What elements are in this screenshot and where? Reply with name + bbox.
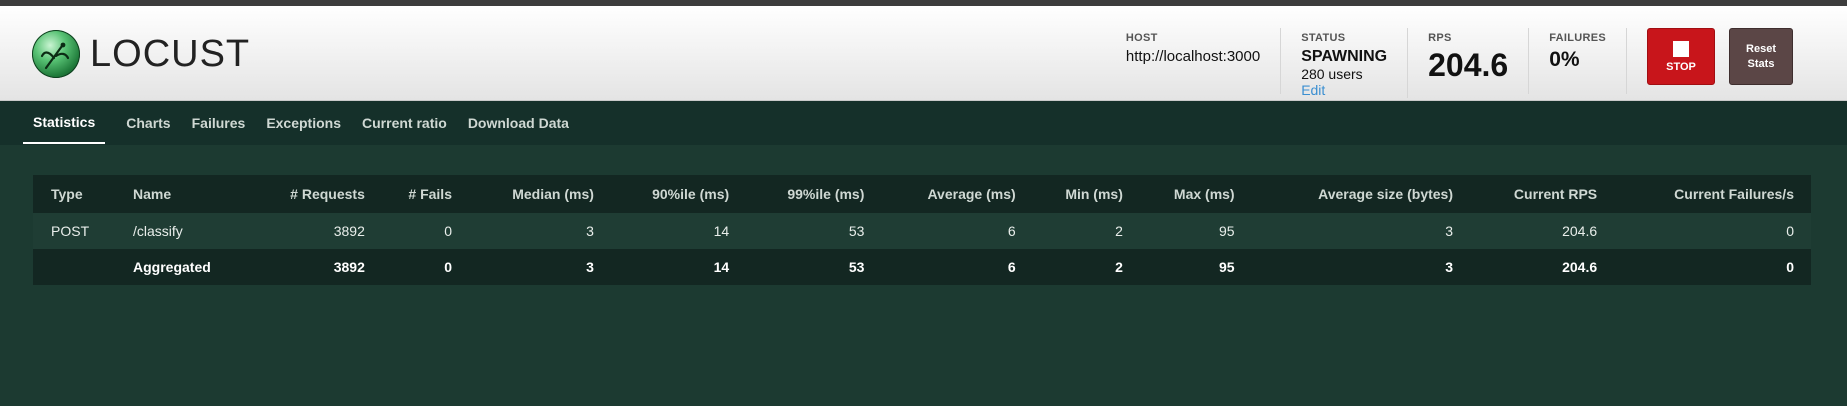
tab-failures[interactable]: Failures — [192, 115, 246, 143]
agg-name: Aggregated — [133, 259, 211, 275]
edit-users-link[interactable]: Edit — [1301, 82, 1387, 98]
status-stat: STATUS SPAWNING 280 users Edit — [1281, 28, 1409, 98]
agg-99ile: 53 — [848, 259, 865, 275]
logo-text: LOCUST — [90, 32, 251, 75]
col-fails[interactable]: # Fails — [382, 175, 469, 213]
cell-max: 95 — [1219, 223, 1235, 239]
aggregated-row: Aggregated 3892 0 3 14 53 6 2 95 3 204.6… — [33, 249, 1811, 285]
cell-90ile: 14 — [713, 223, 730, 239]
agg-avg-size: 3 — [1445, 259, 1453, 275]
col-current-rps[interactable]: Current RPS — [1470, 175, 1614, 213]
col-name[interactable]: Name — [133, 175, 250, 213]
host-label: HOST — [1125, 32, 1158, 44]
col-requests[interactable]: # Requests — [250, 175, 382, 213]
agg-90ile: 14 — [713, 259, 730, 275]
reset-button-line1: Reset — [1746, 42, 1776, 55]
cell-average: 6 — [1007, 223, 1016, 239]
agg-average: 6 — [1007, 259, 1016, 275]
stop-button-label: STOP — [1666, 60, 1696, 73]
agg-fails: 0 — [444, 259, 452, 275]
agg-type — [33, 249, 133, 285]
cell-current-failures: 0 — [1786, 223, 1794, 239]
agg-current-failures: 0 — [1786, 259, 1794, 275]
agg-current-rps: 204.6 — [1562, 259, 1598, 275]
cell-min: 2 — [1115, 223, 1123, 239]
col-min[interactable]: Min (ms) — [1033, 175, 1140, 213]
col-99ile[interactable]: 99%ile (ms) — [746, 175, 881, 213]
col-average[interactable]: Average (ms) — [881, 175, 1032, 213]
header-bar: LOCUST HOST http://localhost:3000 STATUS… — [0, 6, 1847, 101]
status-users: 280 users — [1301, 66, 1363, 82]
stats-bar: HOST http://localhost:3000 STATUS SPAWNI… — [1106, 28, 1847, 98]
statistics-panel: Type Name # Requests # Fails Median (ms)… — [0, 145, 1847, 285]
logo: LOCUST — [32, 30, 250, 78]
table-row: POST /classify 3892 0 3 14 53 6 2 95 3 2… — [33, 213, 1811, 249]
failures-value: 0% — [1549, 48, 1580, 71]
host-stat: HOST http://localhost:3000 — [1106, 28, 1282, 94]
cell-99ile: 53 — [848, 223, 865, 239]
table-header-row: Type Name # Requests # Fails Median (ms)… — [33, 175, 1811, 213]
cell-name: /classify — [133, 223, 183, 239]
agg-min: 2 — [1115, 259, 1123, 275]
col-avg-size[interactable]: Average size (bytes) — [1252, 175, 1470, 213]
rps-value: 204.6 — [1428, 47, 1509, 83]
failures-stat: FAILURES 0% — [1529, 28, 1627, 94]
tab-bar: Statistics Charts Failures Exceptions Cu… — [0, 101, 1847, 145]
rps-label: RPS — [1428, 32, 1452, 44]
col-type[interactable]: Type — [33, 175, 133, 213]
cell-requests: 3892 — [333, 223, 365, 239]
agg-max: 95 — [1219, 259, 1235, 275]
cell-current-rps: 204.6 — [1562, 223, 1598, 239]
rps-stat: RPS 204.6 — [1408, 28, 1530, 94]
cell-fails: 0 — [444, 223, 452, 239]
cell-median: 3 — [586, 223, 594, 239]
tab-download-data[interactable]: Download Data — [468, 115, 569, 143]
col-current-failures[interactable]: Current Failures/s — [1614, 175, 1811, 213]
col-median[interactable]: Median (ms) — [469, 175, 611, 213]
tab-statistics[interactable]: Statistics — [23, 114, 106, 144]
failures-label: FAILURES — [1549, 32, 1606, 44]
col-90ile[interactable]: 90%ile (ms) — [611, 175, 746, 213]
agg-requests: 3892 — [333, 259, 365, 275]
cell-type: POST — [51, 223, 90, 239]
stats-table: Type Name # Requests # Fails Median (ms)… — [33, 175, 1811, 285]
tab-current-ratio[interactable]: Current ratio — [362, 115, 447, 143]
host-value: http://localhost:3000 — [1125, 48, 1261, 65]
locust-logo-icon — [32, 30, 80, 78]
status-label: STATUS — [1301, 32, 1346, 44]
tab-charts[interactable]: Charts — [126, 115, 170, 143]
tab-exceptions[interactable]: Exceptions — [266, 115, 341, 143]
col-max[interactable]: Max (ms) — [1140, 175, 1252, 213]
reset-button-line2: Stats — [1747, 57, 1775, 70]
cell-avg-size: 3 — [1445, 223, 1453, 239]
agg-median: 3 — [586, 259, 594, 275]
reset-stats-button[interactable]: Reset Stats — [1729, 28, 1793, 85]
status-value: SPAWNING — [1301, 48, 1388, 65]
stop-button[interactable]: STOP — [1647, 28, 1715, 85]
stop-icon — [1673, 40, 1689, 57]
